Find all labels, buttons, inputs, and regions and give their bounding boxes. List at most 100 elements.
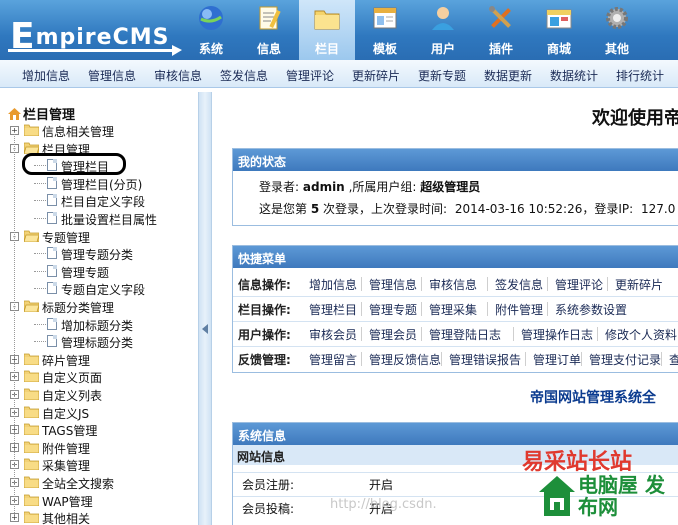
quick-menu-title: 快捷菜单 — [233, 246, 678, 268]
quick-menu-link[interactable]: 签发信息 — [495, 276, 543, 293]
tree-leaf-item[interactable]: 管理专题分类 — [0, 245, 198, 262]
quick-menu-link[interactable]: 审核会员 — [309, 326, 357, 343]
top-menu-item[interactable]: 栏目 — [299, 0, 355, 60]
folder-icon — [23, 494, 40, 506]
quick-menu-link[interactable]: 管理操作日志 — [521, 326, 593, 343]
quick-menu-link[interactable]: 管理专题 — [369, 301, 417, 318]
folder-icon — [23, 142, 40, 154]
tree-folder-item[interactable]: + TAGS管理 — [0, 421, 198, 438]
folder-icon — [23, 406, 40, 418]
tree-folder-item[interactable]: + 附件管理 — [0, 439, 198, 456]
tree-folder-item[interactable]: - 专题管理 — [0, 228, 198, 245]
quick-menu-link[interactable]: 管理栏目 — [309, 301, 357, 318]
row-divider — [233, 321, 678, 322]
link-separator — [597, 327, 598, 341]
tree-item-label: 管理专题 — [61, 265, 110, 280]
sub-nav-item[interactable]: 排行统计 — [616, 67, 664, 84]
tree-folder-item[interactable]: + 自定义列表 — [0, 386, 198, 403]
page-icon — [47, 212, 57, 224]
sub-nav-item[interactable]: 签发信息 — [220, 67, 268, 84]
tree-item-label: 自定义JS — [42, 406, 90, 421]
tree-folder-item[interactable]: + 碎片管理 — [0, 351, 198, 368]
folder-icon — [313, 4, 341, 32]
top-menu-label: 信息 — [256, 42, 281, 56]
sub-nav-item[interactable]: 管理评论 — [286, 67, 334, 84]
folder-icon — [23, 300, 40, 313]
tree-item-label: 信息相关管理 — [42, 125, 115, 139]
tree-folder-item[interactable]: + 全站全文搜索 — [0, 474, 198, 491]
sub-nav-item[interactable]: 更新专题 — [418, 67, 466, 84]
status-panel: 我的状态 登录者: admin ,所属用户组: 超级管理员 这是您第 5 次登录… — [232, 148, 678, 226]
top-menu-item[interactable]: 插件 — [473, 0, 529, 60]
watermark-url: http://blog.csdn. — [330, 497, 437, 512]
link-separator — [487, 302, 488, 316]
quick-menu-link[interactable]: 管理登陆日志 — [429, 326, 501, 343]
row-divider — [233, 296, 678, 297]
page-icon — [47, 176, 57, 189]
quick-menu-link[interactable]: 审核信息 — [429, 276, 477, 293]
link-separator — [361, 302, 362, 316]
top-header: EmpireCMS 系统 信息 栏目 模板 用户 插件 商城 其他 — [0, 0, 678, 60]
quick-menu-category: 反馈管理: — [238, 353, 291, 367]
tree-leaf-item[interactable]: 管理栏目(分页) — [0, 175, 198, 192]
tree-leaf-item[interactable]: 管理专题 — [0, 263, 198, 280]
quick-menu-link[interactable]: 管理留言 — [309, 351, 357, 368]
collapse-arrow-icon[interactable] — [202, 324, 208, 334]
tree-folder-item[interactable]: + 自定义页面 — [0, 368, 198, 385]
tree-leaf-item[interactable]: 批量设置栏目属性 — [0, 210, 198, 227]
login-info: 登录者: admin ,所属用户组: 超级管理员 — [259, 180, 481, 194]
quick-menu-link[interactable]: 系统参数设置 — [555, 301, 627, 318]
user-icon — [429, 4, 457, 32]
top-menu-item[interactable]: 模板 — [357, 0, 413, 60]
sub-nav-item[interactable]: 数据更新 — [484, 67, 532, 84]
tree-folder-item[interactable]: + WAP管理 — [0, 492, 198, 509]
top-menu-item[interactable]: 用户 — [415, 0, 471, 60]
tree-root[interactable]: 栏目管理 — [8, 104, 75, 123]
sub-nav-item[interactable]: 数据统计 — [550, 67, 598, 84]
panel-splitter[interactable] — [198, 92, 212, 525]
page-icon — [47, 282, 57, 295]
quick-menu-link[interactable]: 管理错误报告 — [449, 351, 521, 368]
tree-folder-item[interactable]: + 其他相关 — [0, 509, 198, 525]
top-menu-label: 商城 — [546, 42, 571, 56]
tree-leaf-item[interactable]: 增加标题分类 — [0, 316, 198, 333]
top-menu-item[interactable]: 信息 — [241, 0, 297, 60]
system-title: 帝国网站管理系统全 — [530, 390, 656, 406]
quick-menu-link[interactable]: 管理采集 — [429, 301, 477, 318]
tree-folder-item[interactable]: + 采集管理 — [0, 456, 198, 473]
top-menu-item[interactable]: 系统 — [183, 0, 239, 60]
sub-nav-item[interactable]: 审核信息 — [154, 67, 202, 84]
window-icon — [371, 4, 399, 32]
tree-folder-item[interactable]: + 信息相关管理 — [0, 122, 198, 139]
tree-leaf-item[interactable]: 管理标题分类 — [0, 333, 198, 350]
quick-menu-link[interactable]: 更新碎片 — [615, 276, 663, 293]
top-menu-item[interactable]: 商城 — [531, 0, 587, 60]
quick-menu-link[interactable]: 增加信息 — [309, 276, 357, 293]
page-icon — [47, 247, 57, 260]
sysinfo-label: 会员注册: — [242, 478, 295, 492]
page-icon — [47, 264, 57, 277]
quick-menu-link[interactable]: 管理信息 — [369, 276, 417, 293]
sub-nav-item[interactable]: 更新碎片 — [352, 67, 400, 84]
tree-leaf-item[interactable]: 栏目自定义字段 — [0, 192, 198, 209]
link-separator — [607, 277, 608, 291]
quick-menu-link[interactable]: 管理订单 — [533, 351, 581, 368]
top-menu-label: 插件 — [488, 42, 513, 56]
quick-menu-link[interactable]: 查 — [669, 351, 678, 368]
quick-menu-link[interactable]: 附件管理 — [495, 301, 543, 318]
sub-nav-item[interactable]: 管理信息 — [88, 67, 136, 84]
quick-menu-link[interactable]: 管理会员 — [369, 326, 417, 343]
tree-leaf-item[interactable]: 专题自定义字段 — [0, 280, 198, 297]
quick-menu-category: 栏目操作: — [238, 303, 291, 317]
tree-folder-item[interactable]: - 标题分类管理 — [0, 298, 198, 315]
quick-menu-link[interactable]: 管理反馈信息 — [369, 351, 441, 368]
tree-folder-item[interactable]: + 自定义JS — [0, 404, 198, 421]
link-separator — [547, 277, 548, 291]
top-menu-item[interactable]: 其他 — [589, 0, 645, 60]
quick-menu-link[interactable]: 管理支付记录 — [589, 351, 661, 368]
sub-nav-item[interactable]: 增加信息 — [22, 67, 70, 84]
tree-item-label: TAGS管理 — [42, 424, 98, 439]
tree-item-label: 专题管理 — [42, 230, 91, 245]
quick-menu-link[interactable]: 管理评论 — [555, 276, 603, 293]
quick-menu-link[interactable]: 修改个人资料 — [605, 326, 677, 343]
